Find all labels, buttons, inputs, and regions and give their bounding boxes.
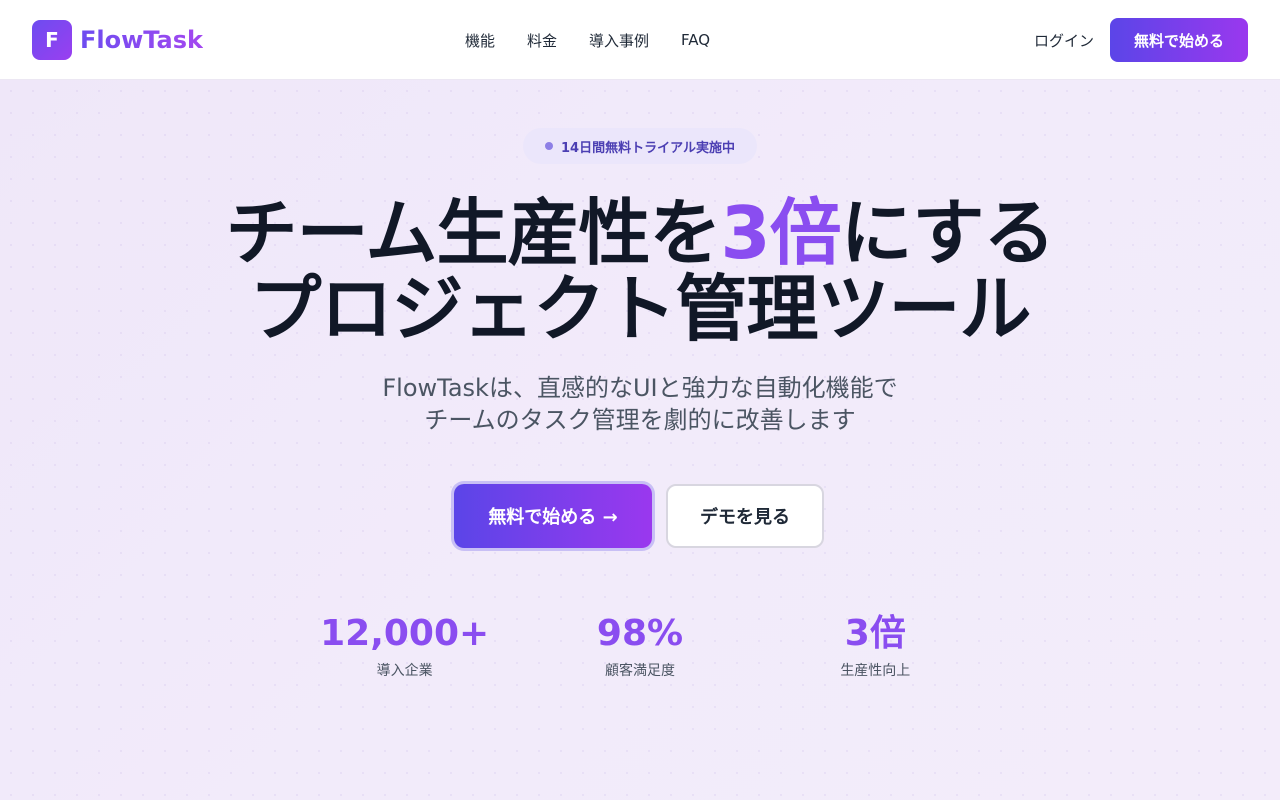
start-free-button[interactable]: 無料で始める → [454,484,652,548]
logo-mark: F [32,19,72,60]
stat-label: 生産性向上 [840,663,911,679]
hero-subtext: FlowTaskは、直感的なUIと強力な自動化機能で チームのタスク管理を劇的に… [0,372,1280,436]
trial-badge: 14日間無料トライアル実施中 [523,128,757,164]
view-demo-button[interactable]: デモを見る [666,484,824,548]
stat-item: 3倍 生産性向上 [758,612,993,680]
main-nav: 機能 料金 導入事例 FAQ [465,0,710,80]
subtext-line1: FlowTaskは、直感的なUIと強力な自動化機能で [382,374,898,402]
nav-item-pricing[interactable]: 料金 [527,30,557,51]
headline-line1-before: チーム生産性を [225,191,722,275]
cta-row: 無料で始める → デモを見る [454,484,824,548]
badge-dot-icon [545,142,554,150]
header-signup-button[interactable]: 無料で始める [1109,18,1248,62]
hero-section: 14日間無料トライアル実施中 チーム生産性を3倍にする プロジェクト管理ツール … [0,80,1280,800]
stat-value: 3倍 [844,613,906,654]
subtext-line2: チームのタスク管理を劇的に改善します [424,406,856,434]
nav-item-faq[interactable]: FAQ [681,31,710,49]
headline-line1-after: にする [840,191,1056,275]
stat-label: 顧客満足度 [604,663,675,679]
nav-item-case-studies[interactable]: 導入事例 [589,30,649,51]
stat-value: 98% [596,613,684,654]
nav-item-features[interactable]: 機能 [465,30,495,51]
stat-value: 12,000+ [320,613,490,654]
badge-text: 14日間無料トライアル実施中 [561,140,735,156]
headline-accent: 3倍 [720,191,842,275]
stat-item: 98% 顧客満足度 [522,612,757,680]
logo[interactable]: F FlowTask [32,19,203,60]
stats-row: 12,000+ 導入企業 98% 顧客満足度 3倍 生産性向上 [287,612,993,680]
login-link[interactable]: ログイン [1034,30,1094,51]
brand-name: FlowTask [80,25,203,54]
hero-headline: チーム生産性を3倍にする プロジェクト管理ツール [0,195,1280,347]
stat-label: 導入企業 [376,663,433,679]
site-header: F FlowTask 機能 料金 導入事例 FAQ ログイン 無料で始める [0,0,1280,80]
stat-item: 12,000+ 導入企業 [287,612,522,680]
header-actions: ログイン 無料で始める [1034,18,1248,62]
headline-line2: プロジェクト管理ツール [249,267,1031,351]
